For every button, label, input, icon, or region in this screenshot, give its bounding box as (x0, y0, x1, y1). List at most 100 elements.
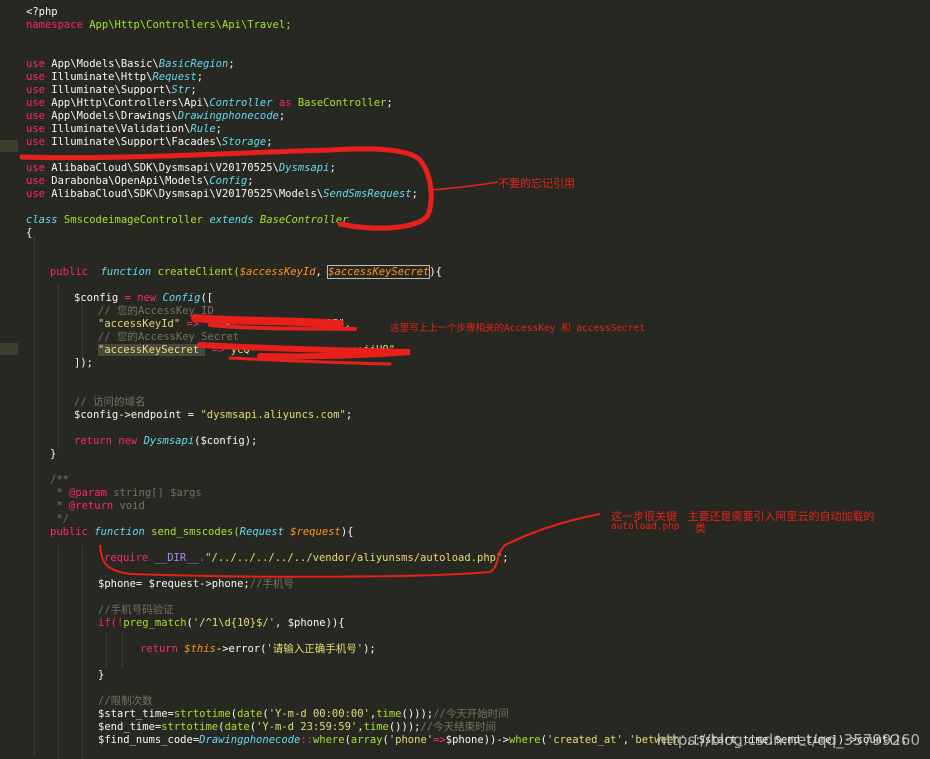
indent-guide (34, 236, 35, 756)
keyword: use (26, 110, 45, 122)
code-line[interactable]: ]); (74, 357, 93, 370)
string: 'Y-m-d 23:59:59' (256, 721, 358, 733)
watermark: https://blog.csdn.net/qq_35799260 (656, 731, 920, 749)
code-text: ; (411, 188, 418, 200)
code-text: ]); (74, 357, 93, 369)
namespace-name: App\Http\Controllers\Api\Travel; (82, 19, 292, 31)
code-text: $start_time= (98, 708, 174, 720)
code-line[interactable]: return $this->error('请输入正确手机号'); (140, 643, 376, 656)
code-line[interactable]: require __DIR__."/../../../../../vendor/… (104, 552, 509, 565)
code-text: ; (190, 84, 197, 96)
code-line[interactable]: $end_time=strtotime(date('Y-m-d 23:59:59… (98, 721, 496, 734)
function-name: preg_match (123, 617, 187, 629)
function-name: time (363, 721, 389, 733)
operator: => (180, 318, 206, 330)
code-line[interactable]: use Illuminate\Validation\Rule; (26, 123, 222, 136)
class-name: Rule (190, 123, 216, 135)
keyword: new (137, 292, 157, 304)
code-text: , (315, 266, 329, 278)
indent-guide (82, 300, 83, 360)
code-text: Illuminate\Validation\ (44, 123, 191, 135)
code-text: Illuminate\Http\ (44, 71, 153, 83)
function-name: strtotime (173, 708, 231, 720)
class-name: BasicRegion (158, 58, 229, 70)
class-name: Drawingphonecode (199, 734, 301, 746)
function-name: send_smscodes( (144, 526, 240, 538)
docblock-line[interactable]: * @param string[] $args (50, 487, 201, 500)
operator: (! (110, 617, 124, 629)
comment-line[interactable]: // 您的AccessKey ID (98, 305, 214, 318)
code-line[interactable]: use App\Http\Controllers\Api\Controller … (26, 97, 393, 110)
code-line[interactable]: } (98, 669, 104, 682)
docblock-line[interactable]: /** (50, 474, 69, 487)
comment-line[interactable]: // 访问的域名 (74, 396, 145, 409)
code-line[interactable]: $phone= $request->phone;//手机号 (98, 578, 294, 591)
code-line[interactable]: public function send_smscodes(Request $r… (50, 526, 354, 539)
code-line[interactable]: use App\Models\Basic\BasicRegion; (26, 58, 235, 71)
string: "dysmsapi.aliyuncs.com" (200, 409, 346, 421)
function-name: date (224, 721, 250, 733)
string: "/../../../../../vendor/aliyunsms/autolo… (205, 552, 503, 564)
code-line[interactable]: if(!preg_match('/^1\d{10}$/', $phone)){ (98, 617, 345, 630)
code-line[interactable]: { (26, 227, 32, 240)
code-text: Illuminate\Support\Facades\ (44, 136, 222, 148)
code-text: * (50, 487, 69, 499)
function-name: createClient( (151, 266, 240, 278)
code-text: $phone))-> (445, 734, 509, 746)
code-line[interactable]: $start_time=strtotime(date('Y-m-d 00:00:… (98, 708, 509, 721)
code-line[interactable]: $config = new Config([ (74, 292, 213, 305)
code-text: AlibabaCloud\SDK\Dysmsapi\V20170525\ (44, 162, 279, 174)
code-line[interactable]: $config->endpoint = "dysmsapi.aliyuncs.c… (74, 409, 352, 422)
keyword: return (74, 435, 112, 447)
param: $accessKeySecret (327, 265, 431, 279)
code-line[interactable]: return new Dysmsapi($config); (74, 435, 257, 448)
annotation-note: 这里写上上一个步骤相关的AccessKey 和 accessSecret (390, 323, 646, 334)
code-line[interactable]: use Illuminate\Http\Request; (26, 71, 203, 84)
code-text: $end_time= (98, 721, 162, 733)
string: 'phone' (388, 734, 434, 746)
annotation-note: 不要的忘记引用 (498, 177, 575, 190)
comment: //手机号 (249, 578, 294, 590)
keyword: use (26, 71, 45, 83)
docblock-line[interactable]: * @return void (50, 500, 145, 513)
code-line[interactable]: use Illuminate\Support\Facades\Storage; (26, 136, 273, 149)
code-text: ){ (340, 526, 354, 538)
code-text: ; (215, 123, 222, 135)
code-text: $find_nums_code= (98, 734, 200, 746)
class-name: BaseController (253, 214, 349, 226)
code-line[interactable]: use AlibabaCloud\SDK\Dysmsapi\V20170525\… (26, 162, 336, 175)
code-text: ; (502, 552, 509, 564)
indent-guide (106, 632, 107, 668)
code-line[interactable]: use App\Models\Drawings\Drawingphonecode… (26, 110, 285, 123)
keyword: extends (209, 214, 254, 226)
keyword: class (26, 214, 58, 226)
class-name: Controller (209, 97, 273, 109)
comment-line[interactable]: // 您的AccessKey Secret (98, 331, 239, 344)
comment-line[interactable]: //限制次数 (98, 695, 153, 708)
code-line[interactable]: use AlibabaCloud\SDK\Dysmsapi\V20170525\… (26, 188, 418, 201)
keyword: use (26, 175, 45, 187)
code-line[interactable]: "accessKeyId" => "LTA••••••••••••••iSE", (98, 318, 351, 331)
code-text: AlibabaCloud\SDK\Dysmsapi\V20170525\Mode… (44, 188, 324, 200)
class-name: SmscodeimageController (57, 214, 210, 226)
docblock-line[interactable]: */ (50, 513, 69, 526)
param: $accessKeyId (239, 266, 316, 278)
code-line[interactable]: namespace App\Http\Controllers\Api\Trave… (26, 19, 292, 32)
code-text: ; (266, 136, 273, 148)
operator: = (118, 292, 138, 304)
code-line[interactable]: use Darabonba\OpenApi\Models\Config; (26, 175, 254, 188)
annotation-note: autoload.php (611, 521, 680, 532)
doc-tag: @param (68, 487, 107, 499)
code-line[interactable]: } (50, 448, 56, 461)
highlight-stroke (99, 513, 601, 578)
keyword: function (100, 266, 152, 278)
string: "accessKeySecret" (98, 344, 206, 356)
code-line[interactable]: class SmscodeimageController extends Bas… (26, 214, 348, 227)
code-text: Darabonba\OpenApi\Models\ (44, 175, 210, 187)
comment-line[interactable]: //手机号码验证 (98, 604, 174, 617)
code-line[interactable]: "accessKeySecret" =>"yCQ••••••••••••••••… (98, 344, 395, 357)
code-line[interactable]: <?php (26, 6, 58, 19)
code-line[interactable]: public function createClient($accessKeyI… (50, 265, 442, 279)
code-text: ($config); (194, 435, 258, 447)
code-line[interactable]: use Illuminate\Support\Str; (26, 84, 197, 97)
